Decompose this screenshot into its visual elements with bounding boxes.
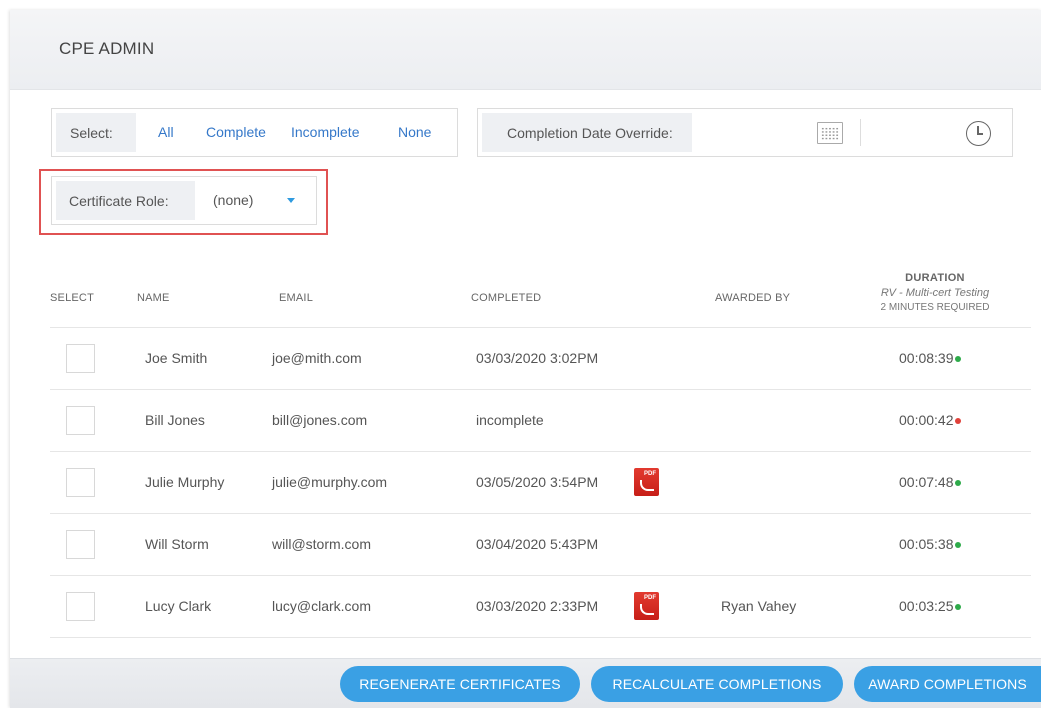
row-name: Julie Murphy (145, 474, 225, 490)
row-name: Bill Jones (145, 412, 205, 428)
header-select: SELECT (50, 292, 94, 304)
row-awarded-by: Ryan Vahey (721, 598, 797, 614)
table-row: Bill Jones bill@jones.com incomplete 00:… (10, 390, 1041, 452)
status-dot-green (954, 356, 961, 362)
select-filter: Select: All Complete Incomplete None (51, 108, 458, 157)
row-name: Joe Smith (145, 350, 208, 366)
pdf-icon[interactable]: PDF (634, 468, 659, 496)
row-email: bill@jones.com (272, 412, 368, 428)
table-row: Lucy Clark lucy@clark.com 03/03/2020 2:3… (10, 576, 1041, 638)
row-email: will@storm.com (272, 536, 371, 552)
table-row: Julie Murphy julie@murphy.com 03/05/2020… (10, 452, 1041, 514)
page-title: CPE ADMIN (59, 39, 155, 58)
row-duration-value: 00:07:48 (899, 474, 954, 490)
certificate-role-select[interactable]: Certificate Role: (none) (51, 176, 317, 225)
header-email: EMAIL (279, 292, 314, 304)
date-override-label: Completion Date Override: (482, 113, 692, 152)
row-duration-value: 00:00:42 (899, 412, 954, 428)
row-duration: 00:07:48 (899, 474, 961, 490)
row-checkbox[interactable] (66, 344, 95, 373)
status-dot-red (954, 418, 961, 424)
row-duration-value: 00:08:39 (899, 350, 954, 366)
row-email: julie@murphy.com (272, 474, 388, 490)
recalculate-completions-button[interactable]: RECALCULATE COMPLETIONS (591, 666, 843, 702)
row-checkbox[interactable] (66, 530, 95, 559)
award-completions-button[interactable]: AWARD COMPLETIONS (854, 666, 1041, 702)
row-completed: 03/04/2020 5:43PM (476, 536, 599, 552)
select-complete-link[interactable]: Complete (206, 124, 266, 140)
clock-icon[interactable] (966, 121, 991, 146)
pdf-icon[interactable]: PDF (634, 592, 659, 620)
row-completed: 03/03/2020 3:02PM (476, 350, 599, 366)
row-divider (50, 637, 1031, 638)
certificate-role-label: Certificate Role: (56, 181, 195, 220)
row-duration: 00:00:42 (899, 412, 961, 428)
row-checkbox[interactable] (66, 406, 95, 435)
row-email: lucy@clark.com (272, 598, 372, 614)
row-completed: incomplete (476, 412, 544, 428)
select-incomplete-link[interactable]: Incomplete (291, 124, 359, 140)
top-strip (0, 0, 1041, 10)
status-dot-green (954, 542, 961, 548)
row-completed: 03/03/2020 2:33PM (476, 598, 599, 614)
row-duration: 00:08:39 (899, 350, 961, 366)
duration-required: 2 MINUTES REQUIRED (880, 302, 990, 313)
row-checkbox[interactable] (66, 592, 95, 621)
duration-title: DURATION (905, 272, 965, 284)
header-duration: DURATION RV - Multi-cert Testing 2 MINUT… (860, 272, 1010, 313)
table-row: Will Storm will@storm.com 03/04/2020 5:4… (10, 514, 1041, 576)
row-duration: 00:03:25 (899, 598, 961, 614)
calendar-icon[interactable] (817, 122, 843, 144)
select-all-link[interactable]: All (158, 124, 174, 140)
status-dot-green (954, 604, 961, 610)
row-duration-value: 00:03:25 (899, 598, 954, 614)
cpe-admin-panel: CPE ADMIN Select: All Complete Incomplet… (10, 10, 1041, 708)
row-duration: 00:05:38 (899, 536, 961, 552)
panel-header: CPE ADMIN (10, 10, 1041, 90)
row-email: joe@mith.com (272, 350, 362, 366)
select-label: Select: (56, 113, 136, 152)
header-completed: COMPLETED (471, 292, 542, 304)
row-duration-value: 00:05:38 (899, 536, 954, 552)
status-dot-green (954, 480, 961, 486)
header-name: NAME (137, 292, 170, 304)
chevron-down-icon[interactable] (287, 198, 295, 203)
regenerate-certificates-button[interactable]: REGENERATE CERTIFICATES (340, 666, 580, 702)
row-name: Will Storm (145, 536, 209, 552)
date-divider (860, 119, 861, 146)
row-completed: 03/05/2020 3:54PM (476, 474, 599, 490)
completion-date-override: Completion Date Override: (477, 108, 1013, 157)
certificate-role-value[interactable]: (none) (213, 192, 253, 208)
row-name: Lucy Clark (145, 598, 212, 614)
row-checkbox[interactable] (66, 468, 95, 497)
duration-course: RV - Multi-cert Testing (880, 287, 990, 299)
table-row: Joe Smith joe@mith.com 03/03/2020 3:02PM… (10, 328, 1041, 390)
select-none-link[interactable]: None (398, 124, 431, 140)
header-awarded-by: AWARDED BY (715, 292, 791, 304)
